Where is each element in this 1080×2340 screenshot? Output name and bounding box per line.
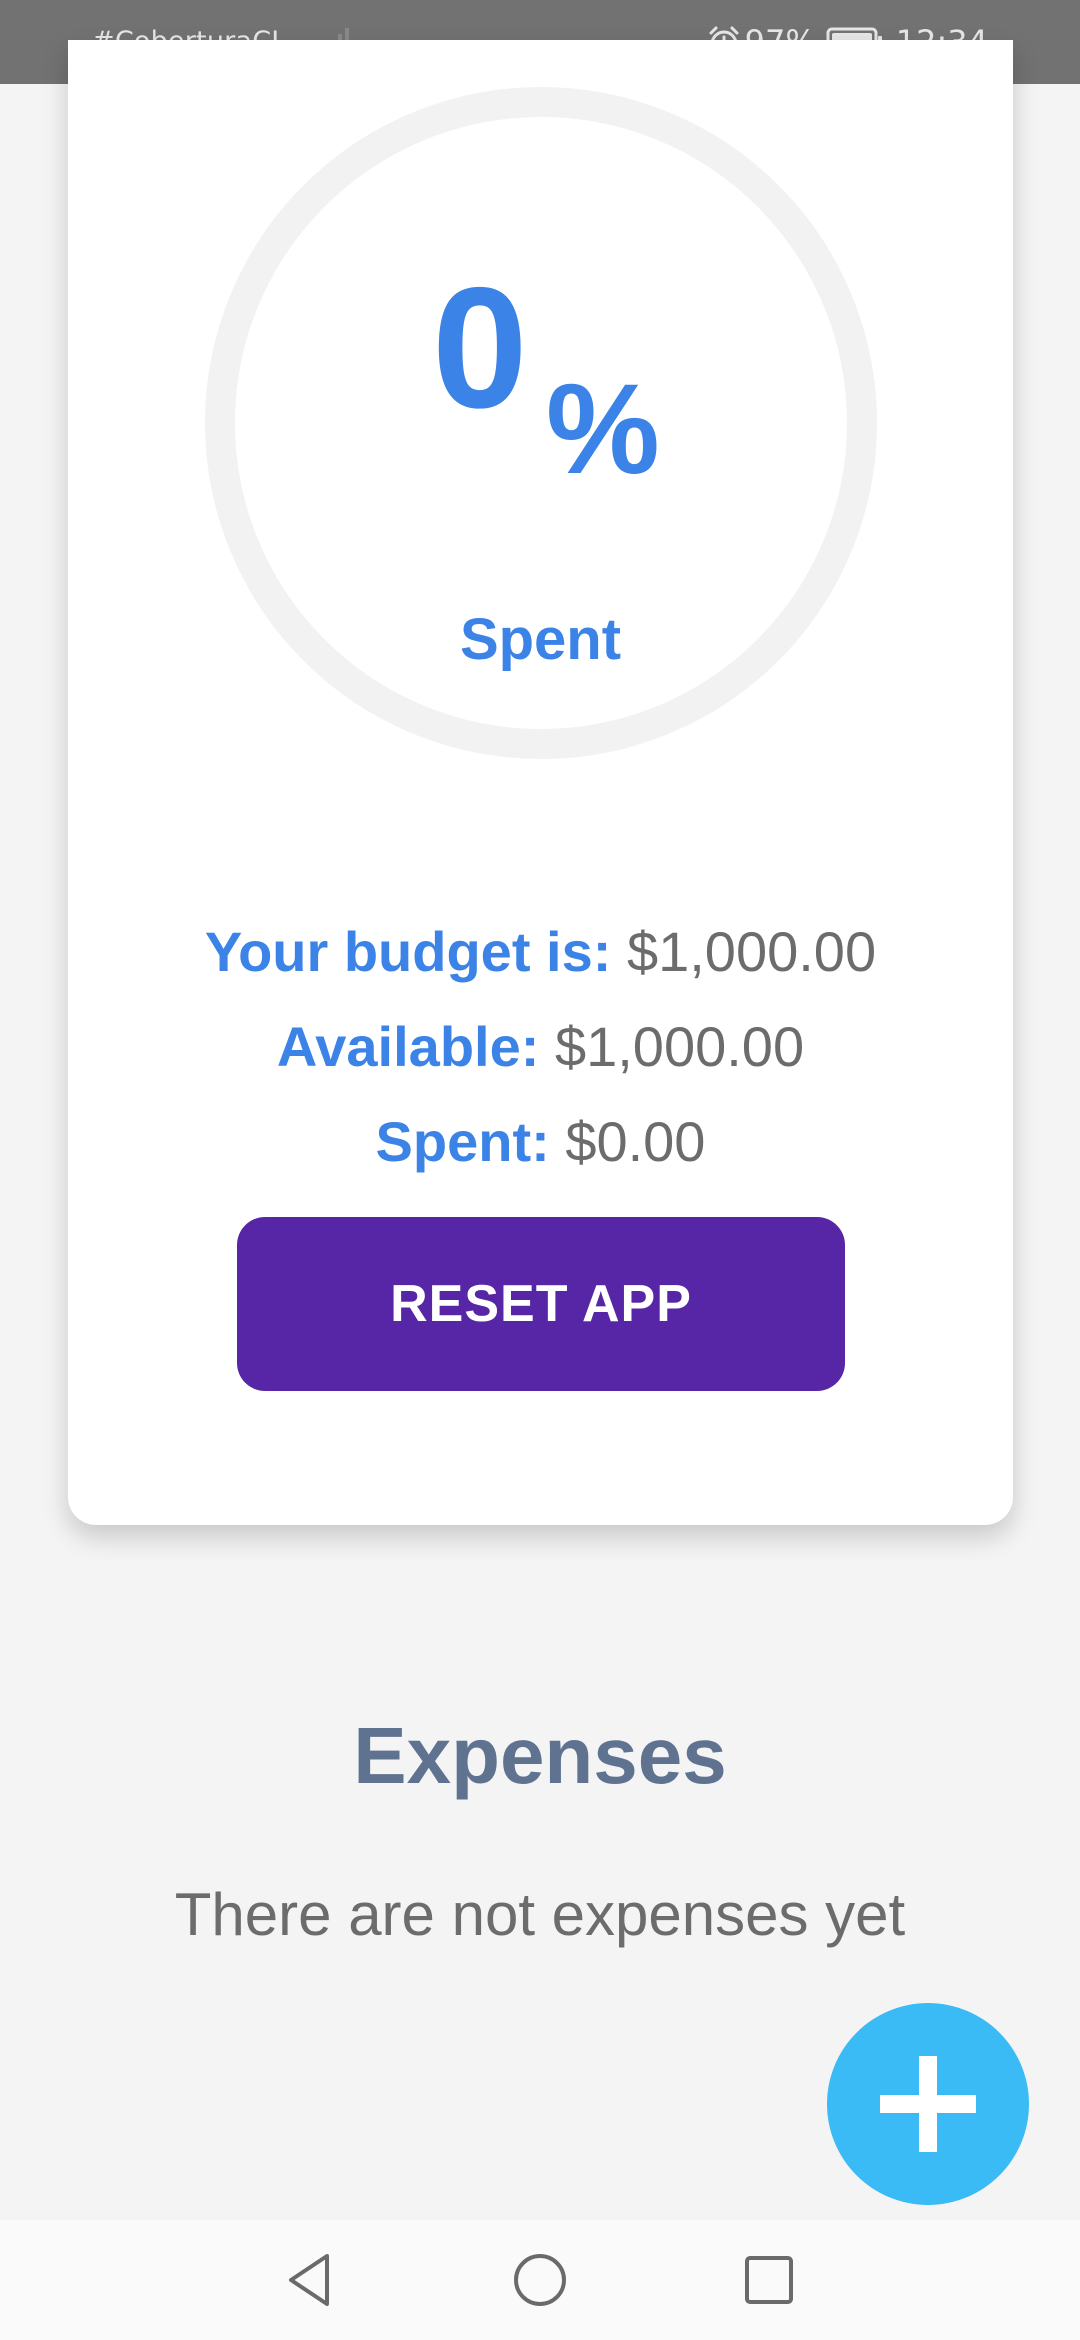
- budget-line: Your budget is: $1,000.00: [68, 904, 1013, 999]
- spent-line: Spent: $0.00: [68, 1094, 1013, 1189]
- recents-icon[interactable]: [739, 2250, 799, 2310]
- spent-value: $0.00: [565, 1110, 706, 1173]
- budget-summary: Your budget is: $1,000.00 Available: $1,…: [68, 904, 1013, 1189]
- percent-sign: %: [546, 358, 660, 501]
- spent-label: Spent:: [375, 1110, 550, 1173]
- available-line: Available: $1,000.00: [68, 999, 1013, 1094]
- plus-icon: [880, 2056, 976, 2152]
- expenses-title: Expenses: [353, 1711, 727, 1800]
- percent-value: 0: [432, 252, 528, 444]
- available-label: Available:: [276, 1015, 540, 1078]
- add-expense-button[interactable]: [827, 2003, 1029, 2205]
- navigation-bar: [0, 2220, 1080, 2340]
- empty-expenses-message: There are not expenses yet: [174, 1881, 906, 1948]
- budget-label: Your budget is:: [204, 920, 612, 983]
- budget-card: 0 % Spent Your budget is: $1,000.00 Avai…: [68, 40, 1013, 1525]
- spent-caption: Spent: [459, 607, 622, 672]
- back-icon[interactable]: [279, 2250, 339, 2310]
- available-value: $1,000.00: [554, 1015, 805, 1078]
- home-icon[interactable]: [510, 2250, 570, 2310]
- budget-value: $1,000.00: [626, 920, 877, 983]
- reset-app-button[interactable]: RESET APP: [237, 1217, 845, 1391]
